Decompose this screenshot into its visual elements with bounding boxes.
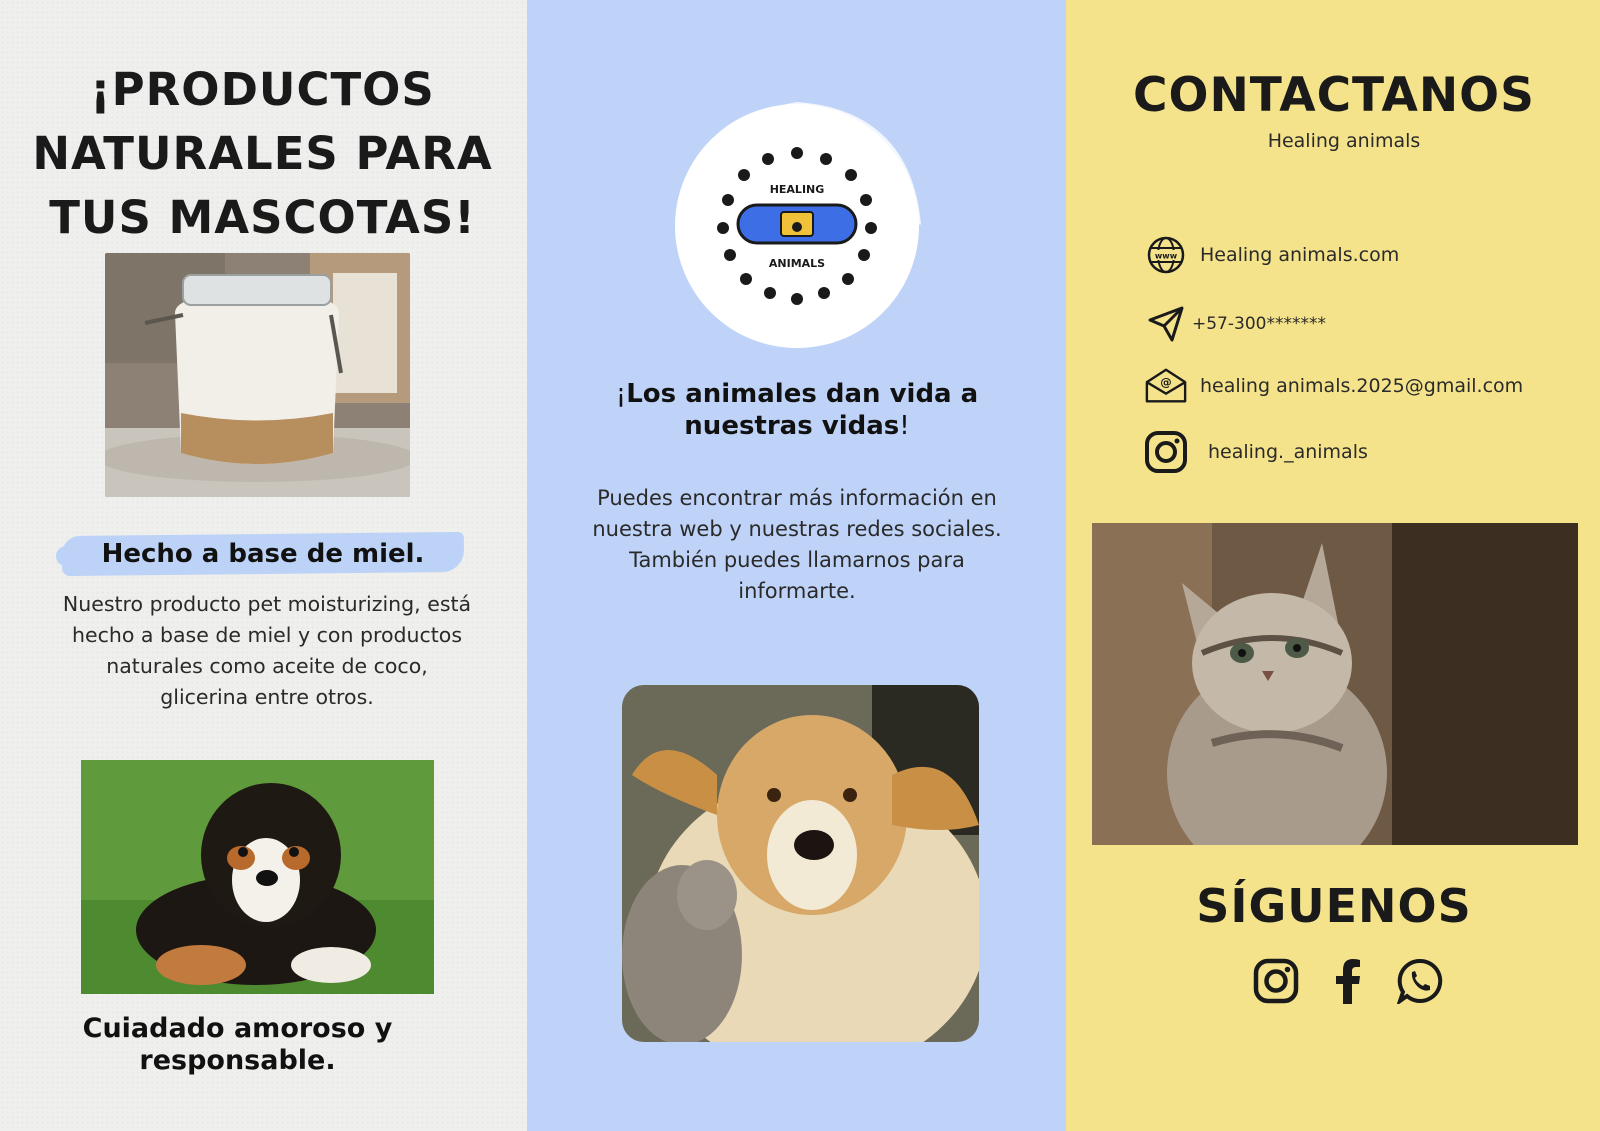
tagline-open: ¡ — [615, 379, 627, 409]
contact-subtitle: Healing animals — [1267, 130, 1421, 152]
contact-heading: CONTACTANOS — [1133, 68, 1535, 123]
tagline: ¡Los animales dan vida a nuestras vidas! — [567, 378, 1027, 442]
honey-description: Nuestro producto pet moisturizing, está … — [62, 592, 472, 709]
social-icons — [1252, 957, 1444, 1005]
info-description: Puedes encontrar más información en nues… — [592, 486, 1002, 603]
svg-text:www: www — [1155, 252, 1178, 261]
instagram-handle: healing._animals — [1208, 441, 1368, 463]
follow-heading: SÍGUENOS — [1196, 879, 1472, 933]
facebook-icon[interactable] — [1324, 957, 1372, 1005]
care-footer: Cuiadado amoroso y responsable. — [82, 1013, 393, 1076]
right-panel: CONTACTANOS Healing animals www Healing … — [1066, 0, 1600, 1131]
left-panel: ¡PRODUCTOS NATURALES PARA TUS MASCOTAS! … — [0, 0, 527, 1131]
healing-animals-logo: HEALING ANIMALS — [675, 101, 921, 348]
honey-title: Hecho a base de miel. — [101, 539, 425, 569]
instagram-icon — [1144, 430, 1188, 474]
kitten-photo — [1092, 523, 1578, 845]
contact-email[interactable]: @ healing animals.2025@gmail.com — [1144, 364, 1523, 408]
globe-www-icon: www — [1144, 233, 1188, 277]
email-text: healing animals.2025@gmail.com — [1200, 375, 1524, 397]
phone-text: +57-300******* — [1192, 314, 1326, 334]
website-text: Healing animals.com — [1200, 244, 1400, 266]
contact-instagram[interactable]: healing._animals — [1144, 430, 1368, 474]
dog-and-cat-photo — [622, 685, 979, 1042]
contact-phone[interactable]: +57-300******* — [1144, 302, 1326, 346]
products-heading: ¡PRODUCTOS NATURALES PARA TUS MASCOTAS! — [32, 63, 493, 244]
paper-plane-icon — [1144, 302, 1188, 346]
whatsapp-icon[interactable] — [1396, 957, 1444, 1005]
instagram-icon[interactable] — [1252, 957, 1300, 1005]
puppy-photo — [81, 760, 434, 994]
middle-panel: HEALING ANIMALS ¡Los animales dan vida a… — [527, 0, 1066, 1131]
honey-jar-photo — [105, 253, 410, 497]
contact-web[interactable]: www Healing animals.com — [1144, 233, 1399, 277]
svg-text:@: @ — [1160, 375, 1171, 389]
envelope-at-icon: @ — [1144, 364, 1188, 408]
tagline-main: Los animales dan vida a nuestras vidas — [626, 379, 979, 441]
tagline-close: ! — [899, 411, 910, 441]
logo-text-top: HEALING — [770, 183, 825, 196]
logo-text-bottom: ANIMALS — [769, 257, 825, 270]
